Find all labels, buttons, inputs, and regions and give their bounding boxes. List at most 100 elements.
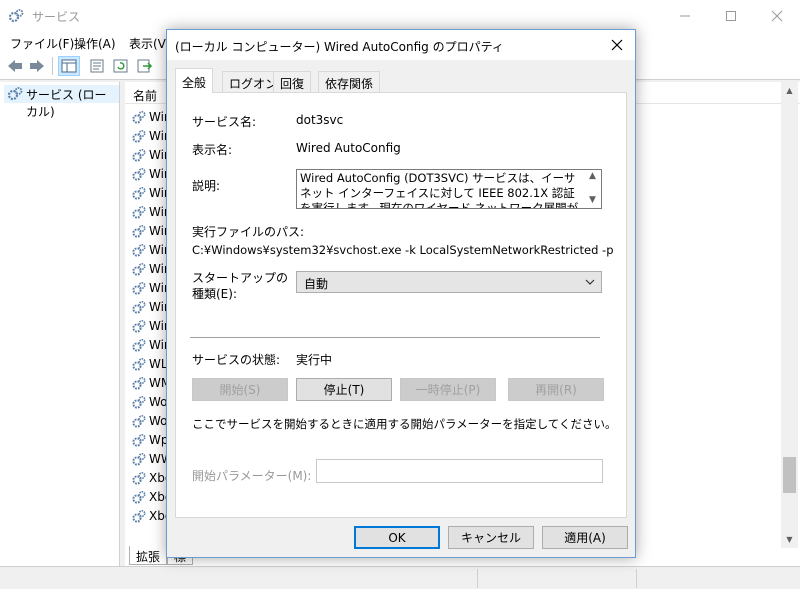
service-status-value: 実行中 [296, 353, 333, 367]
service-gear-icon [131, 490, 146, 508]
service-gear-icon [131, 319, 146, 337]
scroll-up-icon[interactable]: ▲ [589, 171, 596, 181]
general-tab-panel: サービス名: dot3svc 表示名: Wired AutoConfig 説明:… [175, 92, 627, 518]
minimize-icon [680, 15, 690, 17]
service-gear-icon [131, 205, 146, 223]
service-gear-icon [131, 414, 146, 432]
service-gear-icon [131, 167, 146, 185]
description-text: Wired AutoConfig (DOT3SVC) サービスは、イーサネット … [300, 171, 579, 209]
service-name: Wo [149, 395, 168, 409]
dialog-close-button[interactable] [599, 30, 635, 60]
service-status-label: サービスの状態: [192, 353, 281, 367]
toolbar-separator [52, 57, 53, 75]
main-window-title: サービス [32, 10, 81, 24]
tab-dependencies[interactable]: 依存関係 [318, 71, 381, 92]
service-name-label: サービス名: [192, 115, 257, 129]
service-gear-icon [131, 224, 146, 242]
service-gear-icon [131, 452, 146, 470]
start-button[interactable]: 開始(S) [192, 378, 288, 401]
back-arrow-icon [8, 60, 22, 72]
startup-type-label-line2: 種類(E): [192, 287, 237, 301]
console-tree-icon [61, 59, 77, 73]
service-gear-icon [131, 262, 146, 280]
status-segment [477, 569, 478, 588]
service-gear-icon [131, 129, 146, 147]
exe-path-value: C:¥Windows¥system32¥svchost.exe -k Local… [192, 243, 614, 257]
service-gear-icon [131, 376, 146, 394]
service-name: Wo [149, 414, 168, 428]
start-params-hint: ここでサービスを開始するときに適用する開始パラメーターを指定してください。 [192, 417, 617, 431]
scroll-down-icon[interactable]: ▼ [589, 195, 596, 205]
startup-type-value: 自動 [304, 277, 329, 291]
service-gear-icon [131, 509, 146, 527]
back-button[interactable] [4, 56, 26, 76]
service-gear-icon [131, 395, 146, 413]
tree-item-services-local[interactable]: サービス (ローカル) [4, 85, 119, 119]
stop-button[interactable]: 停止(T) [296, 378, 392, 401]
exe-path-label: 実行ファイルのパス: [192, 225, 305, 239]
status-segment [636, 569, 637, 588]
services-gear-icon [7, 86, 23, 105]
startup-type-select[interactable]: 自動 [296, 271, 602, 293]
service-gear-icon [131, 471, 146, 489]
service-gear-icon [131, 281, 146, 299]
close-icon [611, 39, 623, 51]
menu-file[interactable]: ファイル(F) [10, 35, 74, 52]
cancel-button[interactable]: キャンセル [448, 526, 534, 549]
description-label: 説明: [192, 179, 221, 193]
service-name: WL [149, 357, 168, 371]
pause-button[interactable]: 一時停止(P) [400, 378, 496, 401]
properties-button[interactable] [86, 56, 108, 76]
start-params-input[interactable] [316, 459, 603, 483]
service-gear-icon [131, 433, 146, 451]
properties-dialog: (ローカル コンピューター) Wired AutoConfig のプロパティ 全… [166, 29, 636, 558]
maximize-icon [726, 11, 736, 21]
services-scrollbar[interactable]: ▲ ▼ [781, 82, 798, 548]
tree-item-label: サービス (ローカル) [26, 88, 107, 119]
divider [190, 337, 600, 338]
service-gear-icon [131, 338, 146, 356]
dialog-titlebar[interactable]: (ローカル コンピューター) Wired AutoConfig のプロパティ [167, 30, 635, 60]
ok-button[interactable]: OK [354, 526, 440, 549]
description-scrollbar[interactable]: ▲ ▼ [586, 170, 601, 208]
forward-button[interactable] [26, 56, 48, 76]
main-close-button[interactable] [754, 0, 800, 32]
dialog-title: (ローカル コンピューター) Wired AutoConfig のプロパティ [175, 40, 504, 54]
apply-button[interactable]: 適用(A) [542, 526, 628, 549]
refresh-button[interactable] [110, 56, 132, 76]
forward-arrow-icon [30, 60, 44, 72]
minimize-button[interactable] [662, 0, 708, 32]
startup-type-label-line1: スタートアップの [192, 271, 289, 285]
refresh-icon [113, 59, 128, 73]
export-list-button[interactable] [134, 56, 156, 76]
services-gear-icon [8, 8, 24, 24]
resume-button[interactable]: 再開(R) [508, 378, 604, 401]
description-textbox[interactable]: Wired AutoConfig (DOT3SVC) サービスは、イーサネット … [296, 169, 602, 209]
tab-extended[interactable]: 拡張 [129, 546, 168, 565]
maximize-button[interactable] [708, 0, 754, 32]
statusbar [0, 566, 800, 589]
service-gear-icon [131, 110, 146, 128]
service-gear-icon [131, 243, 146, 261]
scroll-up-icon[interactable]: ▲ [781, 82, 798, 99]
chevron-down-icon [585, 276, 595, 290]
start-params-label: 開始パラメーター(M): [192, 469, 312, 483]
display-name-label: 表示名: [192, 143, 233, 157]
display-name-value: Wired AutoConfig [296, 141, 401, 155]
service-gear-icon [131, 148, 146, 166]
service-gear-icon [131, 300, 146, 318]
tab-recovery[interactable]: 回復 [273, 71, 312, 92]
scrollbar-thumb[interactable] [783, 457, 796, 493]
menu-view[interactable]: 表示(V [129, 35, 166, 52]
properties-icon [90, 59, 104, 73]
tab-general[interactable]: 全般 [175, 68, 214, 93]
service-gear-icon [131, 186, 146, 204]
console-tree-button[interactable] [58, 56, 80, 76]
export-icon [137, 59, 153, 73]
menu-action[interactable]: 操作(A) [74, 35, 116, 52]
close-icon [771, 10, 783, 22]
tree-pane: サービス (ローカル) [0, 82, 120, 566]
service-gear-icon [131, 357, 146, 375]
service-name-value: dot3svc [296, 113, 344, 127]
main-titlebar[interactable]: サービス [0, 0, 800, 32]
